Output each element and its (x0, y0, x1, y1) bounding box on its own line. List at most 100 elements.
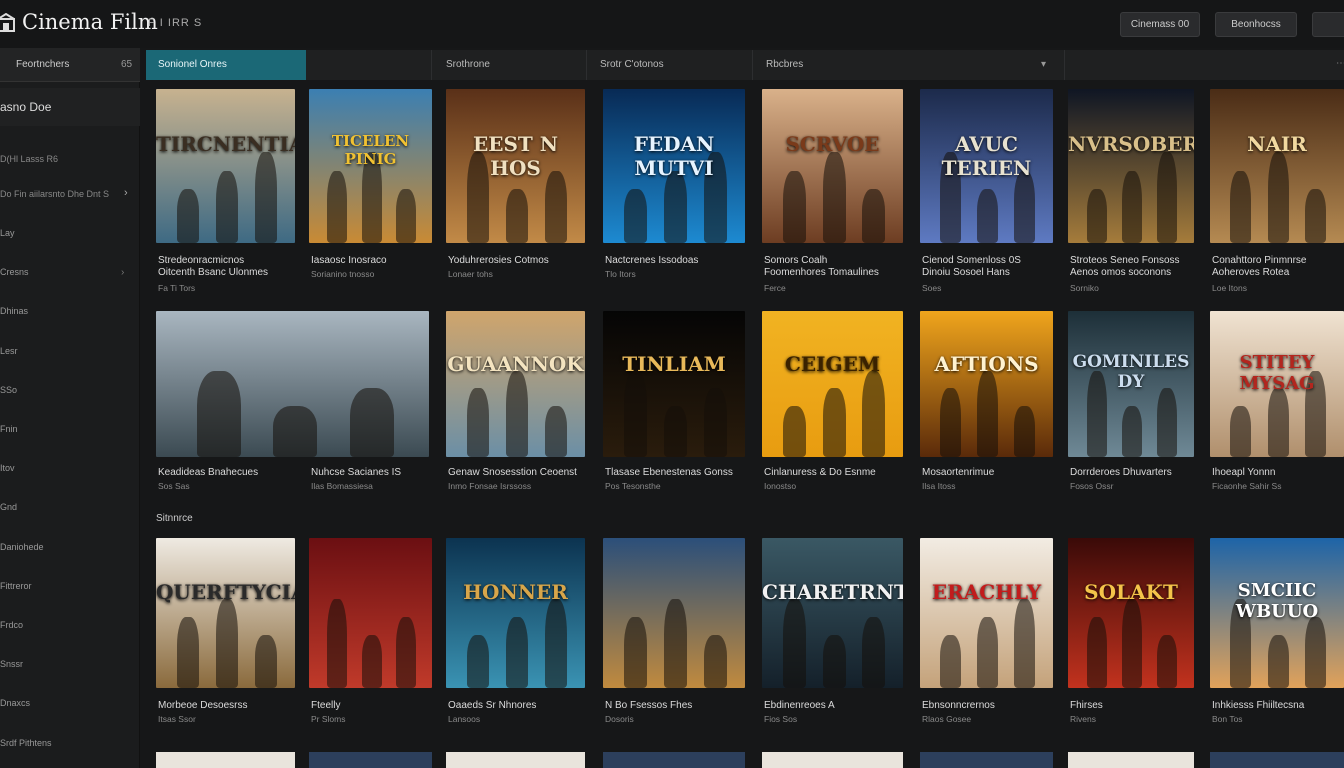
movie-title[interactable]: Oaaeds Sr Nhnores (448, 700, 536, 711)
movie-poster[interactable]: FEDAN MUTVI (603, 89, 745, 243)
movie-title[interactable]: Morbeoe Desoesrss (158, 700, 247, 711)
movie-poster[interactable]: TIRCNENTIAL (156, 89, 295, 243)
header-button-3[interactable] (1312, 12, 1344, 37)
movie-title[interactable]: Cienod Somenloss 0S (922, 255, 1021, 266)
movie-poster[interactable]: NVRSOBER (1068, 89, 1194, 243)
movie-poster[interactable] (762, 752, 903, 768)
poster-figure (1268, 152, 1289, 243)
sidebar-item[interactable]: Lesr (0, 346, 138, 362)
tab-2[interactable] (306, 50, 431, 80)
sidebar-item[interactable]: Srdf Pithtens (0, 738, 138, 754)
chevron-down-icon[interactable]: ▾ (1041, 59, 1046, 70)
movie-title[interactable]: Fteelly (311, 700, 340, 711)
movie-poster[interactable]: SOLAKT (1068, 538, 1194, 688)
movie-poster[interactable]: HONNER (446, 538, 585, 688)
movie-title[interactable]: Tlasase Ebenestenas Gonss (605, 467, 733, 478)
movie-title[interactable]: Stredeonracmicnos (158, 255, 244, 266)
movie-poster[interactable]: GUAANNOK (446, 311, 585, 457)
movie-title[interactable]: Mosaortenrimue (922, 467, 994, 478)
movie-poster[interactable] (1068, 752, 1194, 768)
movie-poster[interactable] (920, 752, 1053, 768)
movie-poster[interactable] (446, 752, 585, 768)
sidebar-item[interactable]: Dhinas (0, 306, 138, 322)
movie-poster[interactable]: TINLIAM (603, 311, 745, 457)
sidebar-select[interactable]: Do Fin aiilarsnto Dhe Dnt S › (0, 184, 138, 206)
poster-figure (704, 635, 727, 688)
movie-poster[interactable] (603, 752, 745, 768)
sidebar-item[interactable]: Snssr (0, 659, 138, 675)
movie-title[interactable]: Stroteos Seneo Fonsoss (1070, 255, 1180, 266)
poster-figure (1122, 406, 1142, 457)
movie-title[interactable]: Keadideas Bnahecues (158, 467, 258, 478)
movie-title[interactable]: Nactcrenes Issodoas (605, 255, 698, 266)
movie-poster[interactable] (156, 311, 429, 457)
sidebar-item[interactable]: Cresns › (0, 267, 138, 283)
poster-title-text: NAIR (1247, 132, 1307, 156)
movie-title[interactable]: Cinlanuress & Do Esnme (764, 467, 876, 478)
poster-figure (1305, 189, 1326, 243)
movie-title[interactable]: Yoduhrerosies Cotmos (448, 255, 549, 266)
movie-poster[interactable]: AFTIONS (920, 311, 1053, 457)
movie-title[interactable]: Nuhcse Sacianes IS (311, 467, 401, 478)
tab-3[interactable]: Srothrone (446, 50, 586, 80)
movie-title[interactable]: Ebnsonncrernos (922, 700, 995, 711)
movie-title[interactable]: Ebdinenreoes A (764, 700, 835, 711)
tab-5[interactable]: Rbcbres (766, 50, 1046, 80)
tab-4[interactable]: Srotr C'otonos (600, 50, 750, 80)
poster-figure (1230, 171, 1251, 243)
movie-poster[interactable]: GOMINILES DY (1068, 311, 1194, 457)
movie-poster[interactable]: QUERFTYCIA (156, 538, 295, 688)
poster-title-text: ERACHLY (931, 580, 1042, 604)
poster-figure (1122, 171, 1142, 243)
sidebar-item[interactable]: Gnd (0, 502, 138, 518)
header-button-2[interactable]: Beonhocss (1215, 12, 1297, 37)
movie-poster[interactable]: SMCIIC WBUUO (1210, 538, 1344, 688)
movie-title[interactable]: Genaw Snosesstion Ceoenst (448, 467, 577, 478)
movie-poster[interactable]: ERACHLY (920, 538, 1053, 688)
sidebar-item[interactable]: Itov (0, 463, 138, 479)
sidebar-item[interactable]: Dnaxcs (0, 698, 138, 714)
sidebar-item[interactable]: Fittreror (0, 581, 138, 597)
sidebar-item[interactable]: SSo (0, 385, 138, 401)
movie-title[interactable]: Somors Coalh (764, 255, 827, 266)
sidebar-item-label: Fittreror (0, 580, 32, 591)
movie-poster[interactable]: SCRVOE (762, 89, 903, 243)
sidebar-item[interactable]: Frdco (0, 620, 138, 636)
overflow-icon[interactable]: ⋯ (1336, 58, 1344, 69)
movie-title[interactable]: Dorrderoes Dhuvarters (1070, 467, 1172, 478)
sidebar-search-label: asno Doe (0, 100, 52, 114)
movie-meta: Fa Ti Tors (158, 283, 196, 293)
tab-6[interactable] (1066, 50, 1344, 80)
movie-poster[interactable]: CEIGEM (762, 311, 903, 457)
poster-figure (783, 406, 806, 457)
movie-poster[interactable]: NAIR (1210, 89, 1344, 243)
sidebar: Feortnchers 65 asno Doe D(Hl Lasss R6 Do… (0, 48, 140, 768)
movie-title[interactable]: Inhkiesss Fhiiltecsna (1212, 700, 1304, 711)
movie-title[interactable]: Ihoeapl Yonnn (1212, 467, 1275, 478)
sidebar-search-box[interactable]: asno Doe (0, 88, 140, 126)
movie-title[interactable]: Conahttoro Pinmnrse (1212, 255, 1307, 266)
movie-title[interactable]: N Bo Fsessos Fhes (605, 700, 692, 711)
movie-poster[interactable]: EEST N HOS (446, 89, 585, 243)
movie-poster[interactable]: CHARETRNT (762, 538, 903, 688)
sidebar-item[interactable]: Lay (0, 228, 138, 244)
poster-title-text: EEST N HOS (472, 132, 559, 180)
movie-poster[interactable] (156, 752, 295, 768)
tab-1[interactable]: Sonionel Onres (146, 50, 306, 80)
movie-poster[interactable]: TICELEN PINIG (309, 89, 432, 243)
sidebar-header[interactable]: Feortnchers 65 (0, 48, 140, 82)
movie-poster[interactable]: STITEY MYSAG (1210, 311, 1344, 457)
header-button-1[interactable]: Cinemass 00 (1120, 12, 1200, 37)
movie-title[interactable]: Iasaosc Inosraco (311, 255, 387, 266)
poster-title-text: SMCIIC WBUUO (1235, 580, 1319, 622)
sidebar-item[interactable]: Daniohede (0, 542, 138, 558)
movie-title[interactable]: Fhirses (1070, 700, 1103, 711)
movie-poster[interactable] (1210, 752, 1344, 768)
movie-poster[interactable] (309, 752, 432, 768)
movie-poster[interactable]: AVUC TERIEN (920, 89, 1053, 243)
movie-subtitle: Aenos omos soconons (1070, 267, 1172, 278)
movie-poster[interactable] (309, 538, 432, 688)
tab-divider (586, 50, 587, 80)
sidebar-item[interactable]: Fnin (0, 424, 138, 440)
movie-poster[interactable] (603, 538, 745, 688)
